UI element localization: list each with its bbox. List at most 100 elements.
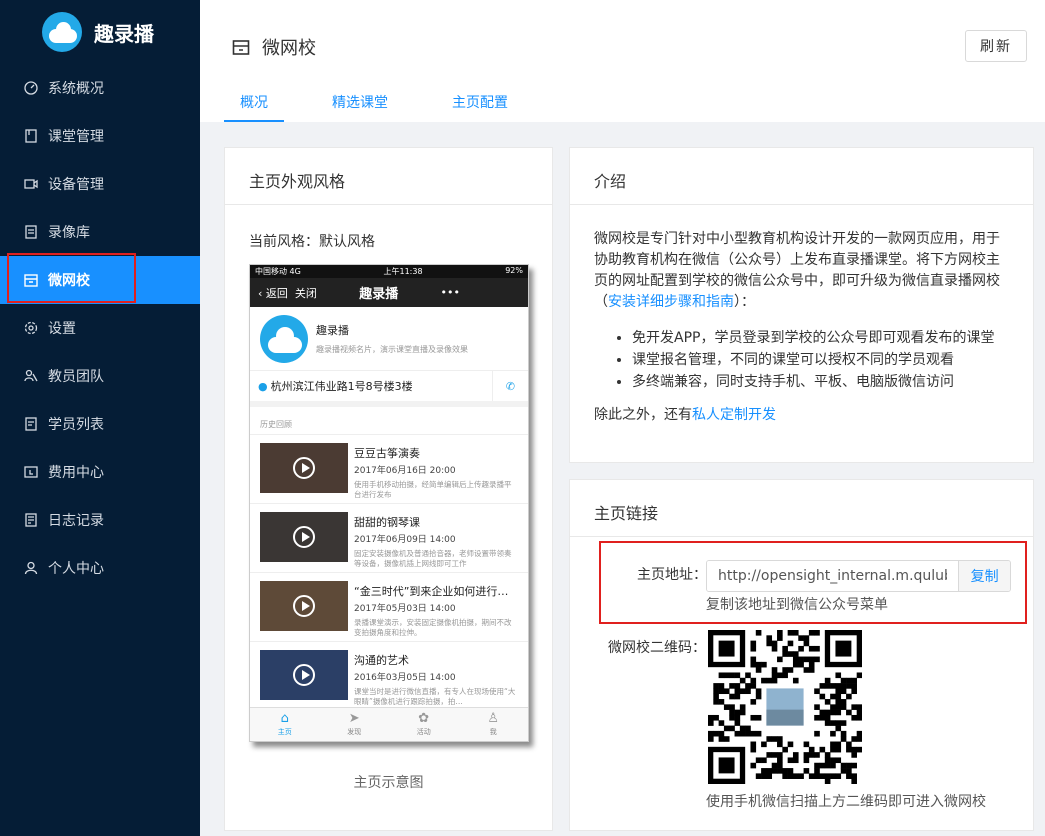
- qr-module: [798, 661, 804, 668]
- sidebar-item-settings[interactable]: 设置: [0, 304, 200, 352]
- qr-module: [755, 693, 762, 700]
- sidebar-item-profile[interactable]: 个人中心: [0, 544, 200, 592]
- qr-module: [808, 630, 815, 636]
- app-name: 趣录播: [94, 21, 154, 46]
- sidebar-item-micro-school[interactable]: 微网校: [0, 256, 200, 304]
- store-icon: [24, 274, 38, 287]
- qr-module: [824, 699, 831, 705]
- qr-module: [792, 661, 799, 668]
- sidebar-item-team[interactable]: 教员团队: [0, 352, 200, 400]
- qr-module: [830, 720, 836, 726]
- sidebar-item-label: 系统概况: [48, 81, 104, 97]
- copy-button[interactable]: 复制: [958, 561, 1010, 591]
- qr-module: [840, 762, 847, 769]
- video-thumbnail: [260, 581, 348, 631]
- qr-module: [734, 688, 741, 695]
- tab-overview[interactable]: 概况: [224, 82, 284, 122]
- sidebar-item-recordings[interactable]: 录像库: [0, 208, 200, 256]
- sidebar-item-label: 设置: [48, 321, 76, 337]
- wallet-icon: [24, 466, 38, 478]
- qr-module: [771, 752, 778, 758]
- qr-module: [808, 661, 815, 668]
- homepage-url-input[interactable]: [707, 561, 959, 591]
- team-icon: [24, 369, 38, 382]
- sidebar-item-students[interactable]: 学员列表: [0, 400, 200, 448]
- sidebar-item-overview[interactable]: 系统概况: [0, 64, 200, 112]
- cloud-logo-icon: [42, 12, 82, 52]
- sidebar-item-billing[interactable]: 费用中心: [0, 448, 200, 496]
- qr-module: [771, 768, 778, 774]
- qr-module: [782, 667, 788, 673]
- tab-label: 活动: [416, 728, 431, 736]
- qr-module: [761, 677, 767, 684]
- qr-module: [729, 714, 735, 721]
- qr-module: [739, 725, 746, 732]
- phone-title-bar: ‹ 返回 关闭 趣录播 •••: [250, 278, 528, 307]
- intro-text-end: ）：: [734, 294, 755, 310]
- home-icon: ⌂: [280, 711, 289, 726]
- qr-module: [718, 699, 725, 705]
- qr-module: [835, 741, 842, 748]
- qr-module: [808, 752, 815, 758]
- qr-module: [745, 725, 751, 732]
- sidebar-item-logs[interactable]: 日志记录: [0, 496, 200, 544]
- qr-module: [750, 699, 757, 705]
- refresh-button[interactable]: 刷新: [965, 30, 1027, 62]
- qr-module: [824, 709, 831, 716]
- tab-featured-classes[interactable]: 精选课堂: [316, 82, 404, 122]
- qr-module: [750, 683, 757, 689]
- qr-module: [840, 677, 847, 684]
- qr-module: [739, 677, 746, 684]
- qr-module: [755, 630, 762, 636]
- video-title: “金三时代”到来企业如何进行…: [354, 585, 509, 598]
- qr-module: [792, 757, 799, 764]
- qr-module: [814, 688, 820, 695]
- qr-module: [750, 714, 757, 721]
- qr-module: [808, 656, 815, 663]
- sidebar-item-devices[interactable]: 设备管理: [0, 160, 200, 208]
- custom-dev-link[interactable]: 私人定制开发: [692, 407, 776, 423]
- qr-module: [718, 730, 725, 737]
- qr-module: [814, 768, 820, 774]
- gear-icon: [24, 321, 38, 335]
- sidebar-item-label: 个人中心: [48, 561, 104, 577]
- qr-module: [718, 736, 725, 742]
- qr-module: [771, 667, 778, 673]
- style-card: 主页外观风格 当前风格：默认风格 中国移动 4G 上午11:38 92% ‹ 返…: [224, 147, 553, 831]
- qr-module: [787, 773, 794, 779]
- qr-module: [718, 683, 725, 689]
- qr-module: [777, 672, 783, 679]
- qr-module: [792, 651, 799, 657]
- guide-link[interactable]: 安装详细步骤和指南: [608, 294, 734, 310]
- list-item: 课堂报名管理，不同的课堂可以授权不同的学员观看: [632, 349, 1009, 371]
- tab-label: 我: [489, 728, 497, 736]
- qr-module: [750, 762, 757, 769]
- video-date: 2017年06月09日 14:00: [354, 535, 456, 545]
- phone-preview: 中国移动 4G 上午11:38 92% ‹ 返回 关闭 趣录播 ••• 趣录播 …: [249, 264, 529, 742]
- qr-module: [745, 730, 751, 737]
- list-item: 免开发APP，学员登录到学校的公众号即可观看发布的课堂: [632, 327, 1009, 349]
- qr-module: [803, 667, 810, 673]
- qr-module: [771, 640, 778, 647]
- tab-homepage-config[interactable]: 主页配置: [436, 82, 524, 122]
- tab-label: 主页: [277, 728, 292, 736]
- qr-module: [771, 677, 778, 684]
- qr-module: [840, 683, 847, 689]
- app-logo[interactable]: 趣录播: [0, 0, 200, 64]
- qr-module: [856, 709, 863, 716]
- qr-module: [846, 768, 852, 774]
- qr-module: [856, 714, 863, 721]
- qr-module: [787, 667, 794, 673]
- log-icon: [25, 513, 37, 527]
- qr-module: [835, 693, 842, 700]
- person-icon: ♙: [487, 711, 500, 726]
- qr-module: [745, 683, 751, 689]
- sidebar-item-classroom[interactable]: 课堂管理: [0, 112, 200, 160]
- qr-module: [755, 667, 762, 673]
- qr-module: [803, 752, 810, 758]
- page-header: 微网校 刷新 概况 精选课堂 主页配置: [200, 0, 1045, 122]
- qr-module: [846, 683, 852, 689]
- qr-module: [803, 768, 810, 774]
- sidebar-item-label: 课堂管理: [48, 129, 104, 145]
- qr-module: [782, 672, 788, 679]
